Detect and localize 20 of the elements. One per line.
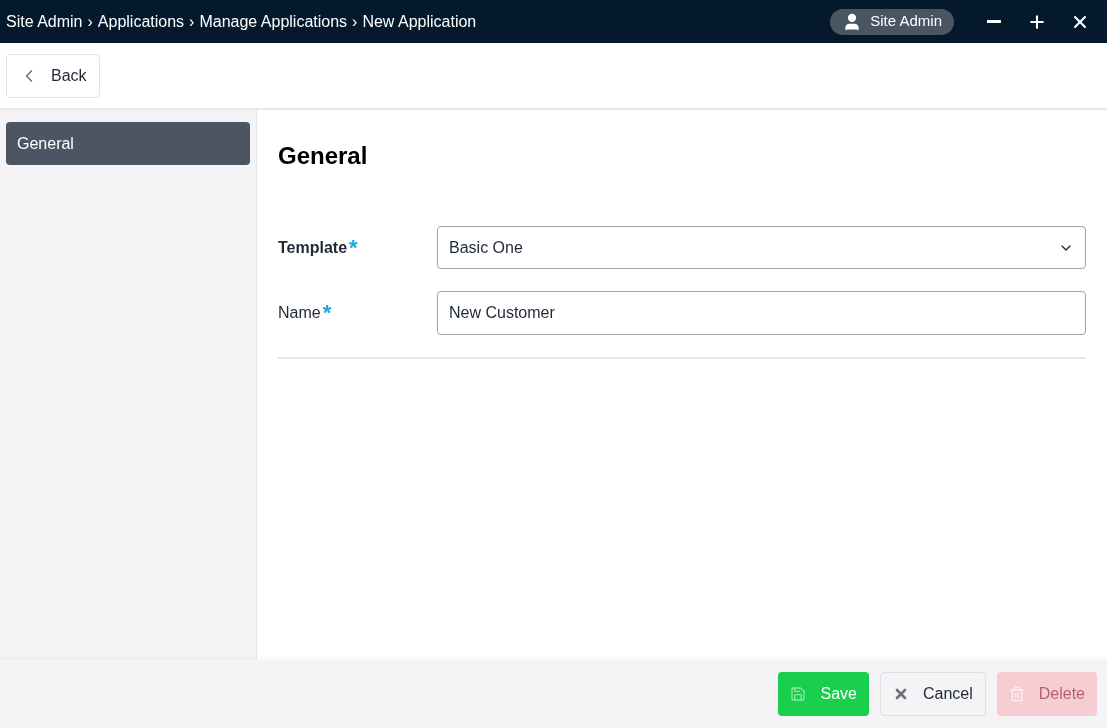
breadcrumb-separator: › (352, 11, 358, 32)
breadcrumb-link[interactable]: Applications (97, 9, 185, 34)
cancel-button[interactable]: Cancel (879, 672, 986, 716)
minimize-icon (986, 20, 1001, 23)
breadcrumb-link[interactable]: New Application (362, 9, 477, 34)
template-dropdown[interactable]: Basic One (437, 226, 1086, 269)
field-label: Template (278, 237, 348, 258)
field-label: Name (278, 303, 321, 323)
breadcrumb-separator: › (189, 11, 195, 32)
breadcrumb-link[interactable]: Manage Applications (199, 9, 348, 34)
sidebar-item[interactable]: General (6, 122, 250, 165)
required-mark: * (322, 302, 332, 324)
breadcrumb-separator: › (87, 11, 93, 32)
back-button[interactable]: Back (6, 53, 100, 98)
trash-icon (1008, 686, 1025, 702)
breadcrumb-link[interactable]: Site Admin (6, 9, 83, 34)
section-title: General (278, 141, 369, 171)
required-mark: * (349, 236, 358, 259)
name-input[interactable]: New Customer (437, 291, 1086, 335)
user-badge[interactable]: Site Admin (830, 8, 954, 35)
